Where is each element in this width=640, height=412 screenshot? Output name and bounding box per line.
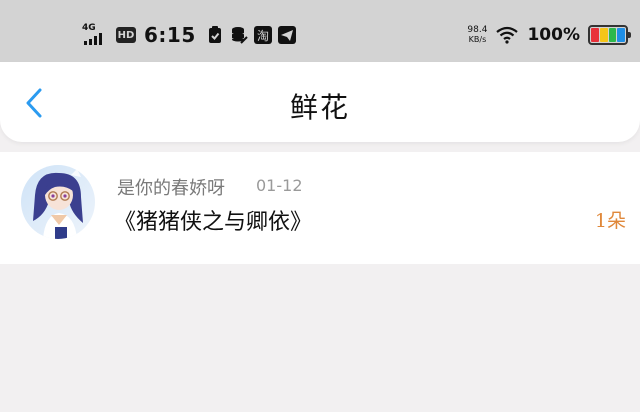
avatar[interactable]: [21, 165, 95, 239]
flower-count: 1朵: [594, 210, 626, 232]
gift-date: 01-12: [256, 176, 303, 195]
list-item[interactable]: 是你的春娇呀 01-12 《猪猪侠之与卿依》 1朵: [0, 152, 640, 264]
battery-seg: [617, 28, 625, 42]
network-type: 4G: [82, 23, 96, 33]
check-shield-icon: [206, 26, 224, 44]
status-bar: 4G HD 6:15 淘 98.4 KB/s 100%: [0, 0, 640, 62]
battery-seg: [599, 28, 608, 42]
nav-header: 鲜花: [0, 62, 640, 142]
taobao-icon-glyph: 淘: [257, 29, 269, 43]
hd-badge: HD: [116, 27, 136, 43]
book-title[interactable]: 《猪猪侠之与卿依》: [114, 204, 312, 236]
page-title: 鲜花: [289, 91, 350, 124]
gift-list: 是你的春娇呀 01-12 《猪猪侠之与卿依》 1朵: [0, 152, 640, 264]
telegram-icon: [277, 26, 296, 44]
network-speed-unit: KB/s: [468, 35, 487, 44]
taobao-icon: 淘: [253, 26, 272, 44]
wifi-icon: [495, 26, 519, 44]
database-icon: [230, 26, 248, 44]
battery-percent: 100%: [527, 25, 580, 45]
battery-icon: [588, 25, 631, 45]
status-bar-left: 4G HD 6:15 淘: [82, 22, 296, 48]
user-name[interactable]: 是你的春娇呀: [117, 174, 225, 200]
battery-seg: [608, 28, 617, 42]
status-bar-right: 98.4 KB/s 100%: [467, 22, 631, 48]
battery-seg: [591, 28, 599, 42]
network-speed-value: 98.4: [467, 25, 488, 35]
clock: 6:15: [144, 23, 196, 47]
network-speed: 98.4 KB/s: [467, 25, 487, 45]
signal-icon: 4G: [82, 24, 110, 46]
